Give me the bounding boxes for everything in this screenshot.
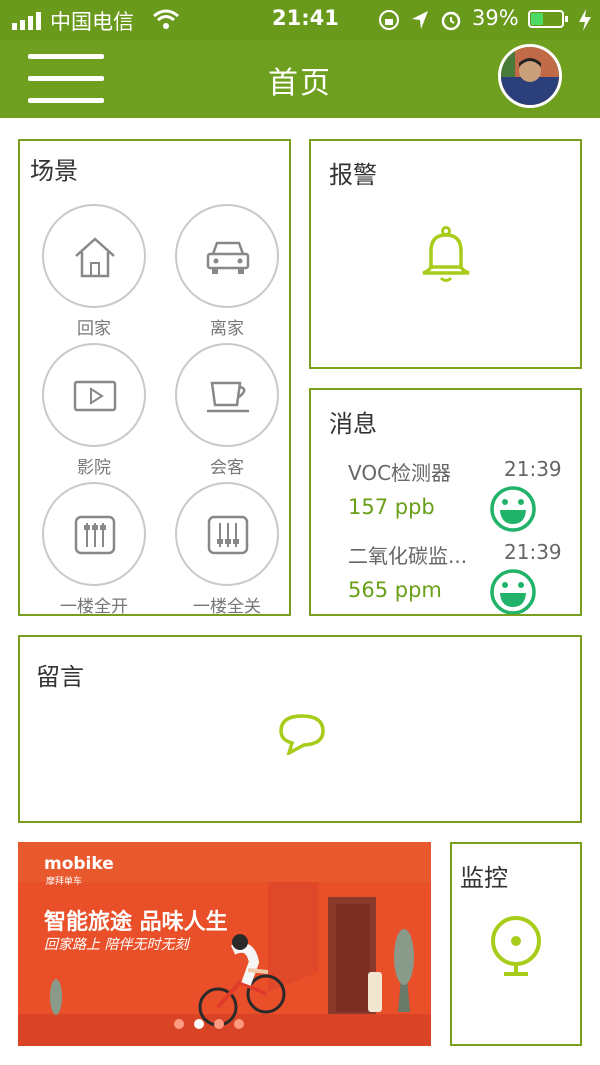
alarm-title: 报警: [329, 161, 377, 189]
message-name: 二氧化碳监...: [348, 544, 468, 568]
scene-button-guest[interactable]: [175, 343, 279, 447]
top-nav-bar: 首页: [0, 40, 600, 118]
scene-title: 场景: [30, 157, 78, 185]
scene-label-guest: 会客: [210, 458, 244, 478]
message-value: 565 ppm: [348, 578, 442, 602]
scene-button-home[interactable]: [42, 204, 146, 308]
ad-brand-sub: 摩拜单车: [46, 877, 83, 887]
smile-icon: [490, 486, 536, 532]
messages-title: 消息: [329, 410, 377, 438]
leave-message-title: 留言: [36, 663, 84, 691]
battery-fill: [531, 13, 543, 25]
scene-label-floor1-off: 一楼全关: [193, 597, 261, 617]
sliders-on-icon: [74, 515, 116, 555]
ad-banner[interactable]: mobike 摩拜单车 智能旅途 品味人生 回家路上 陪伴无时无刻: [18, 842, 431, 1046]
scene-card: 场景 回家 离家 影院 会客 一楼全开 一楼全关: [18, 139, 291, 617]
rotation-lock-icon: [378, 9, 400, 35]
charging-icon: [578, 9, 592, 35]
smile-icon: [490, 569, 536, 614]
home-icon: [75, 237, 115, 278]
ad-headline: 智能旅途 品味人生: [44, 910, 228, 935]
battery-percent: 39%: [472, 6, 519, 30]
monitor-card[interactable]: 监控: [450, 842, 582, 1046]
message-time: 21:39: [504, 540, 562, 564]
camera-icon: [491, 916, 541, 976]
sliders-off-icon: [207, 515, 249, 555]
scene-label-cinema: 影院: [77, 458, 111, 478]
ad-brand: mobike: [44, 854, 114, 874]
status-bar: 中国电信 21:41 39%: [0, 0, 600, 40]
smile-icon-wrap: [489, 568, 537, 614]
message-name: VOC检测器: [348, 461, 452, 485]
avatar[interactable]: [498, 44, 562, 108]
play-icon: [73, 380, 117, 412]
scene-label-floor1-on: 一楼全开: [60, 597, 128, 617]
bell-icon: [422, 226, 470, 282]
signal-icon: [12, 12, 48, 34]
alarm-card[interactable]: 报警: [309, 139, 582, 369]
car-icon: [206, 241, 250, 274]
banner-page-dots[interactable]: [174, 1014, 244, 1033]
chat-bubble-icon: [279, 714, 325, 755]
carrier-name: 中国电信: [50, 10, 134, 34]
scene-button-floor1-off[interactable]: [175, 482, 279, 586]
location-icon: [410, 9, 430, 35]
scene-label-home: 回家: [77, 319, 111, 339]
wifi-icon: [152, 8, 180, 34]
clock: 21:41: [272, 6, 339, 30]
scene-label-away: 离家: [210, 319, 244, 339]
scene-button-cinema[interactable]: [42, 343, 146, 447]
scene-button-floor1-on[interactable]: [42, 482, 146, 586]
messages-card: 消息 VOC检测器 21:39 157 ppb 二氧化碳监... 21:39 5…: [309, 388, 582, 616]
scene-button-away[interactable]: [175, 204, 279, 308]
alarm-clock-icon: [440, 9, 462, 35]
ad-subline: 回家路上 陪伴无时无刻: [44, 937, 189, 953]
cup-icon: [207, 381, 249, 413]
message-value: 157 ppb: [348, 495, 435, 519]
battery-icon: [528, 10, 570, 30]
message-time: 21:39: [504, 457, 562, 481]
leave-message-card[interactable]: 留言: [18, 635, 582, 823]
monitor-title: 监控: [460, 864, 508, 892]
